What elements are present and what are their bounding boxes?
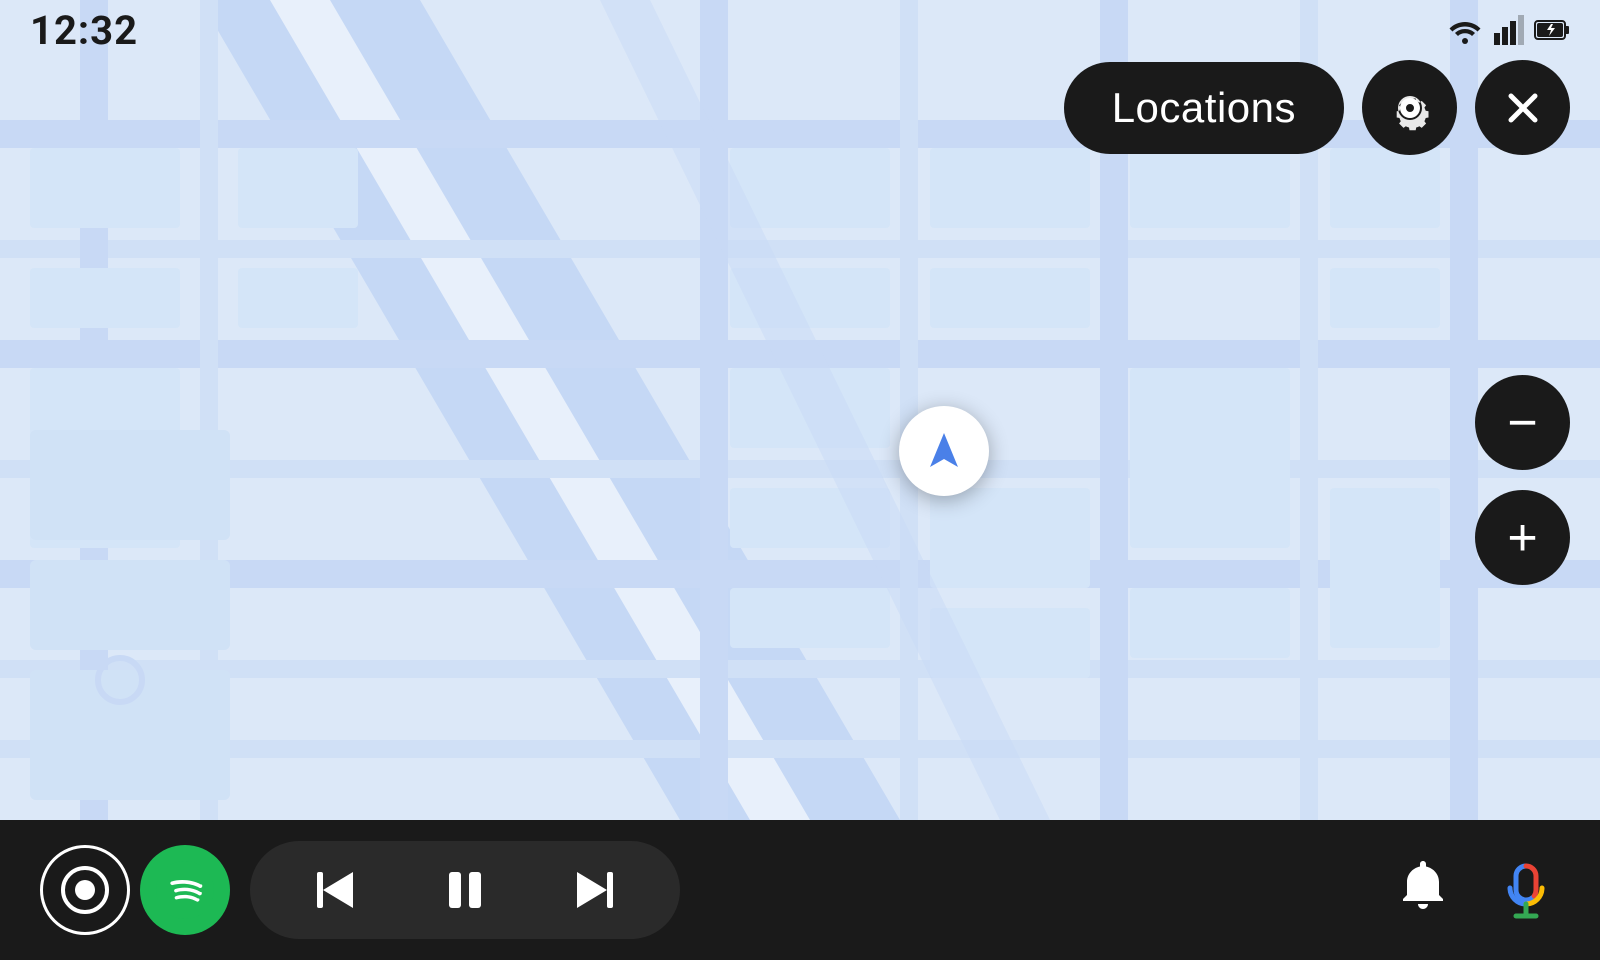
bell-icon (1394, 855, 1452, 913)
zoom-out-button[interactable]: − (1475, 375, 1570, 470)
home-circle-icon (57, 862, 113, 918)
next-button[interactable] (560, 855, 630, 925)
settings-button[interactable] (1362, 60, 1457, 155)
close-button[interactable] (1475, 60, 1570, 155)
home-button[interactable] (40, 845, 130, 935)
status-bar: 12:32 (0, 0, 1600, 60)
mic-button[interactable] (1492, 856, 1560, 924)
locations-button[interactable]: Locations (1064, 62, 1344, 154)
signal-icon (1494, 15, 1524, 45)
zoom-in-icon: + (1507, 512, 1537, 564)
bottom-bar (0, 820, 1600, 960)
time-display: 12:32 (30, 7, 138, 54)
prev-icon (309, 864, 361, 916)
mic-icon (1492, 856, 1560, 924)
zoom-controls: − + (1475, 375, 1570, 585)
zoom-out-icon: − (1507, 397, 1537, 449)
pause-icon (439, 864, 491, 916)
battery-icon (1534, 18, 1570, 42)
spotify-icon (156, 861, 214, 919)
wifi-icon (1446, 16, 1484, 44)
status-icons (1446, 15, 1570, 45)
spotify-button[interactable] (140, 845, 230, 935)
bottom-right-controls (1394, 855, 1560, 926)
zoom-in-button[interactable]: + (1475, 490, 1570, 585)
pause-button[interactable] (430, 855, 500, 925)
top-controls: Locations (1064, 60, 1570, 155)
prev-button[interactable] (300, 855, 370, 925)
media-controls (250, 841, 680, 939)
bottom-left-controls (40, 841, 680, 939)
navigation-arrow-icon (918, 425, 970, 477)
next-icon (569, 864, 621, 916)
close-icon (1501, 86, 1545, 130)
location-marker (899, 406, 989, 496)
notification-button[interactable] (1394, 855, 1452, 926)
gear-icon (1384, 82, 1436, 134)
